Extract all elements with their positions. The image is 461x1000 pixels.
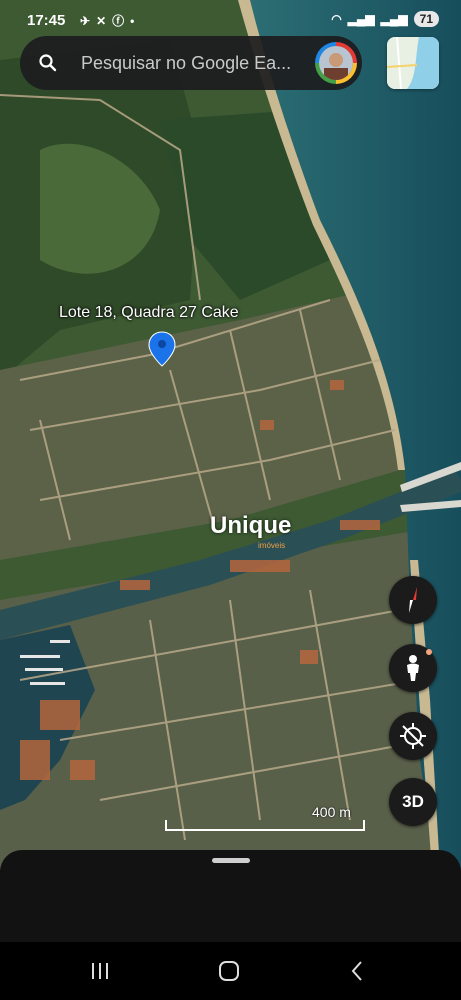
watermark-logo: Unique [210, 512, 292, 539]
search-input[interactable]: Pesquisar no Google Ea... [81, 53, 311, 74]
dot-icon: • [130, 14, 141, 28]
scale-label: 400 m [312, 804, 351, 820]
battery-badge: 71 [413, 11, 439, 27]
search-bar[interactable]: Pesquisar no Google Ea... [20, 36, 362, 90]
map-layers-button[interactable] [387, 37, 439, 89]
system-nav-bar [0, 942, 461, 1000]
map-layers-icon [387, 37, 439, 89]
signal-icon: ✕ [96, 14, 113, 28]
3d-button-label: 3D [402, 792, 424, 811]
wifi-icon: ◠ [331, 12, 342, 26]
status-time: 17:45 [27, 12, 66, 29]
location-pin-icon[interactable] [147, 330, 177, 368]
bottom-sheet[interactable] [0, 850, 461, 950]
recent-apps-icon[interactable] [85, 956, 115, 986]
home-icon[interactable] [214, 956, 244, 986]
pegman-icon [407, 655, 419, 681]
signal-bars-icon: ▂▄▆ [347, 12, 375, 26]
signal-bars-icon: ▂▄▆ [380, 12, 408, 26]
street-view-button[interactable] [389, 644, 437, 692]
avatar[interactable] [315, 42, 357, 84]
status-left-icons: ✈✕ⓕ• [80, 12, 140, 29]
watermark-subtext: imóveis [258, 541, 286, 550]
search-icon[interactable] [38, 53, 58, 73]
sheet-drag-handle[interactable] [212, 858, 250, 863]
pin-label[interactable]: Lote 18, Quadra 27 Cake [59, 304, 239, 322]
3d-button[interactable]: 3D [389, 778, 437, 826]
notification-dot [426, 649, 432, 655]
avatar-photo [319, 46, 353, 80]
facebook-icon: ⓕ [112, 14, 131, 28]
airplane-icon: ✈ [80, 14, 97, 28]
back-icon[interactable] [343, 956, 373, 986]
my-location-icon [400, 723, 426, 749]
scale-bar [165, 820, 365, 831]
status-right-icons: ◠ ▂▄▆ ▂▄▆ 71 [331, 11, 439, 27]
my-location-button[interactable] [389, 712, 437, 760]
compass-icon [409, 587, 417, 613]
compass-button[interactable] [389, 576, 437, 624]
status-bar: 17:45 ✈✕ⓕ• ◠ ▂▄▆ ▂▄▆ 71 [0, 0, 461, 40]
